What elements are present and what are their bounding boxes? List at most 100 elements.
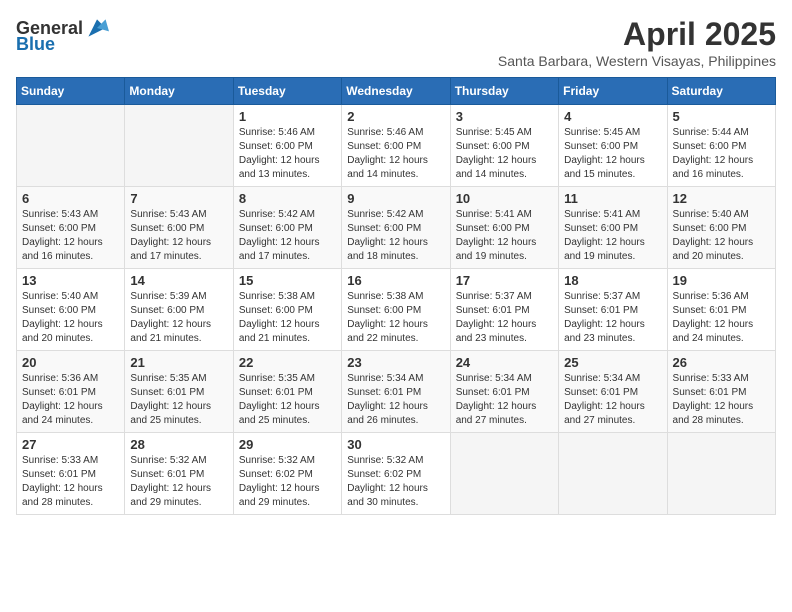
day-info: Sunrise: 5:37 AM Sunset: 6:01 PM Dayligh…: [456, 290, 553, 346]
day-info: Sunrise: 5:41 AM Sunset: 6:00 PM Dayligh…: [564, 208, 661, 264]
calendar-cell: 29 Sunrise: 5:32 AM Sunset: 6:02 PM Dayli…: [233, 433, 341, 515]
day-info: Sunrise: 5:41 AM Sunset: 6:00 PM Dayligh…: [456, 208, 553, 264]
calendar-cell: 21 Sunrise: 5:35 AM Sunset: 6:01 PM Dayli…: [125, 351, 233, 433]
day-number: 12: [673, 191, 770, 206]
weekday-header: Thursday: [450, 78, 558, 105]
weekday-header: Tuesday: [233, 78, 341, 105]
day-number: 2: [347, 109, 444, 124]
day-number: 6: [22, 191, 119, 206]
calendar-cell: [125, 105, 233, 187]
weekday-header: Monday: [125, 78, 233, 105]
calendar-cell: 7 Sunrise: 5:43 AM Sunset: 6:00 PM Daylig…: [125, 187, 233, 269]
calendar-week-row: 27 Sunrise: 5:33 AM Sunset: 6:01 PM Dayli…: [17, 433, 776, 515]
day-info: Sunrise: 5:42 AM Sunset: 6:00 PM Dayligh…: [239, 208, 336, 264]
calendar-cell: 6 Sunrise: 5:43 AM Sunset: 6:00 PM Daylig…: [17, 187, 125, 269]
day-number: 5: [673, 109, 770, 124]
day-number: 16: [347, 273, 444, 288]
day-info: Sunrise: 5:40 AM Sunset: 6:00 PM Dayligh…: [22, 290, 119, 346]
day-number: 3: [456, 109, 553, 124]
calendar-table: SundayMondayTuesdayWednesdayThursdayFrid…: [16, 77, 776, 515]
day-number: 29: [239, 437, 336, 452]
calendar-cell: 26Sunrise: 5:33 AM Sunset: 6:01 PM Dayli…: [667, 351, 775, 433]
calendar-cell: 13Sunrise: 5:40 AM Sunset: 6:00 PM Dayli…: [17, 269, 125, 351]
calendar-cell: 28 Sunrise: 5:32 AM Sunset: 6:01 PM Dayli…: [125, 433, 233, 515]
weekday-header: Friday: [559, 78, 667, 105]
day-info: Sunrise: 5:32 AM Sunset: 6:01 PM Dayligh…: [130, 454, 227, 510]
day-number: 22: [239, 355, 336, 370]
day-info: Sunrise: 5:33 AM Sunset: 6:01 PM Dayligh…: [22, 454, 119, 510]
day-number: 26: [673, 355, 770, 370]
weekday-header: Sunday: [17, 78, 125, 105]
day-info: Sunrise: 5:35 AM Sunset: 6:01 PM Dayligh…: [239, 372, 336, 428]
calendar-cell: [667, 433, 775, 515]
day-number: 4: [564, 109, 661, 124]
logo: General Blue: [16, 16, 109, 55]
logo-icon: [85, 16, 109, 40]
day-number: 11: [564, 191, 661, 206]
calendar-week-row: 6 Sunrise: 5:43 AM Sunset: 6:00 PM Daylig…: [17, 187, 776, 269]
calendar-cell: 9Sunrise: 5:42 AM Sunset: 6:00 PM Daylig…: [342, 187, 450, 269]
calendar-cell: 5Sunrise: 5:44 AM Sunset: 6:00 PM Daylig…: [667, 105, 775, 187]
day-info: Sunrise: 5:46 AM Sunset: 6:00 PM Dayligh…: [239, 126, 336, 182]
day-number: 7: [130, 191, 227, 206]
day-info: Sunrise: 5:45 AM Sunset: 6:00 PM Dayligh…: [456, 126, 553, 182]
logo-blue: Blue: [16, 34, 55, 55]
calendar-week-row: 20Sunrise: 5:36 AM Sunset: 6:01 PM Dayli…: [17, 351, 776, 433]
day-number: 19: [673, 273, 770, 288]
calendar-week-row: 13Sunrise: 5:40 AM Sunset: 6:00 PM Dayli…: [17, 269, 776, 351]
day-info: Sunrise: 5:32 AM Sunset: 6:02 PM Dayligh…: [347, 454, 444, 510]
day-info: Sunrise: 5:32 AM Sunset: 6:02 PM Dayligh…: [239, 454, 336, 510]
month-title: April 2025: [498, 16, 776, 53]
day-number: 15: [239, 273, 336, 288]
calendar-cell: 16 Sunrise: 5:38 AM Sunset: 6:00 PM Dayli…: [342, 269, 450, 351]
calendar-body: 1 Sunrise: 5:46 AM Sunset: 6:00 PM Daylig…: [17, 105, 776, 515]
calendar-cell: 24Sunrise: 5:34 AM Sunset: 6:01 PM Dayli…: [450, 351, 558, 433]
day-info: Sunrise: 5:38 AM Sunset: 6:00 PM Dayligh…: [239, 290, 336, 346]
calendar-week-row: 1 Sunrise: 5:46 AM Sunset: 6:00 PM Daylig…: [17, 105, 776, 187]
day-number: 23: [347, 355, 444, 370]
weekday-header-row: SundayMondayTuesdayWednesdayThursdayFrid…: [17, 78, 776, 105]
day-number: 14: [130, 273, 227, 288]
calendar-cell: 20Sunrise: 5:36 AM Sunset: 6:01 PM Dayli…: [17, 351, 125, 433]
day-number: 1: [239, 109, 336, 124]
day-number: 30: [347, 437, 444, 452]
weekday-header: Wednesday: [342, 78, 450, 105]
calendar-cell: 17 Sunrise: 5:37 AM Sunset: 6:01 PM Dayli…: [450, 269, 558, 351]
day-info: Sunrise: 5:34 AM Sunset: 6:01 PM Dayligh…: [347, 372, 444, 428]
calendar-cell: 12 Sunrise: 5:40 AM Sunset: 6:00 PM Dayli…: [667, 187, 775, 269]
calendar-cell: [17, 105, 125, 187]
day-info: Sunrise: 5:45 AM Sunset: 6:00 PM Dayligh…: [564, 126, 661, 182]
calendar-cell: 14Sunrise: 5:39 AM Sunset: 6:00 PM Dayli…: [125, 269, 233, 351]
day-number: 21: [130, 355, 227, 370]
calendar-cell: 11 Sunrise: 5:41 AM Sunset: 6:00 PM Dayli…: [559, 187, 667, 269]
title-block: April 2025 Santa Barbara, Western Visaya…: [498, 16, 776, 69]
day-info: Sunrise: 5:35 AM Sunset: 6:01 PM Dayligh…: [130, 372, 227, 428]
calendar-cell: 2 Sunrise: 5:46 AM Sunset: 6:00 PM Daylig…: [342, 105, 450, 187]
calendar-cell: 3 Sunrise: 5:45 AM Sunset: 6:00 PM Daylig…: [450, 105, 558, 187]
day-info: Sunrise: 5:34 AM Sunset: 6:01 PM Dayligh…: [564, 372, 661, 428]
day-number: 27: [22, 437, 119, 452]
day-number: 17: [456, 273, 553, 288]
day-info: Sunrise: 5:38 AM Sunset: 6:00 PM Dayligh…: [347, 290, 444, 346]
day-info: Sunrise: 5:46 AM Sunset: 6:00 PM Dayligh…: [347, 126, 444, 182]
day-info: Sunrise: 5:36 AM Sunset: 6:01 PM Dayligh…: [673, 290, 770, 346]
day-info: Sunrise: 5:37 AM Sunset: 6:01 PM Dayligh…: [564, 290, 661, 346]
day-number: 18: [564, 273, 661, 288]
calendar-cell: 23 Sunrise: 5:34 AM Sunset: 6:01 PM Dayli…: [342, 351, 450, 433]
location-title: Santa Barbara, Western Visayas, Philippi…: [498, 53, 776, 69]
calendar-cell: 19 Sunrise: 5:36 AM Sunset: 6:01 PM Dayli…: [667, 269, 775, 351]
page-header: General Blue April 2025 Santa Barbara, W…: [16, 16, 776, 69]
day-info: Sunrise: 5:40 AM Sunset: 6:00 PM Dayligh…: [673, 208, 770, 264]
calendar-cell: 10Sunrise: 5:41 AM Sunset: 6:00 PM Dayli…: [450, 187, 558, 269]
day-number: 24: [456, 355, 553, 370]
day-info: Sunrise: 5:36 AM Sunset: 6:01 PM Dayligh…: [22, 372, 119, 428]
day-number: 28: [130, 437, 227, 452]
calendar-cell: 8 Sunrise: 5:42 AM Sunset: 6:00 PM Daylig…: [233, 187, 341, 269]
day-number: 25: [564, 355, 661, 370]
day-info: Sunrise: 5:43 AM Sunset: 6:00 PM Dayligh…: [22, 208, 119, 264]
calendar-cell: 18 Sunrise: 5:37 AM Sunset: 6:01 PM Dayli…: [559, 269, 667, 351]
day-number: 8: [239, 191, 336, 206]
day-number: 9: [347, 191, 444, 206]
calendar-cell: [559, 433, 667, 515]
day-info: Sunrise: 5:43 AM Sunset: 6:00 PM Dayligh…: [130, 208, 227, 264]
